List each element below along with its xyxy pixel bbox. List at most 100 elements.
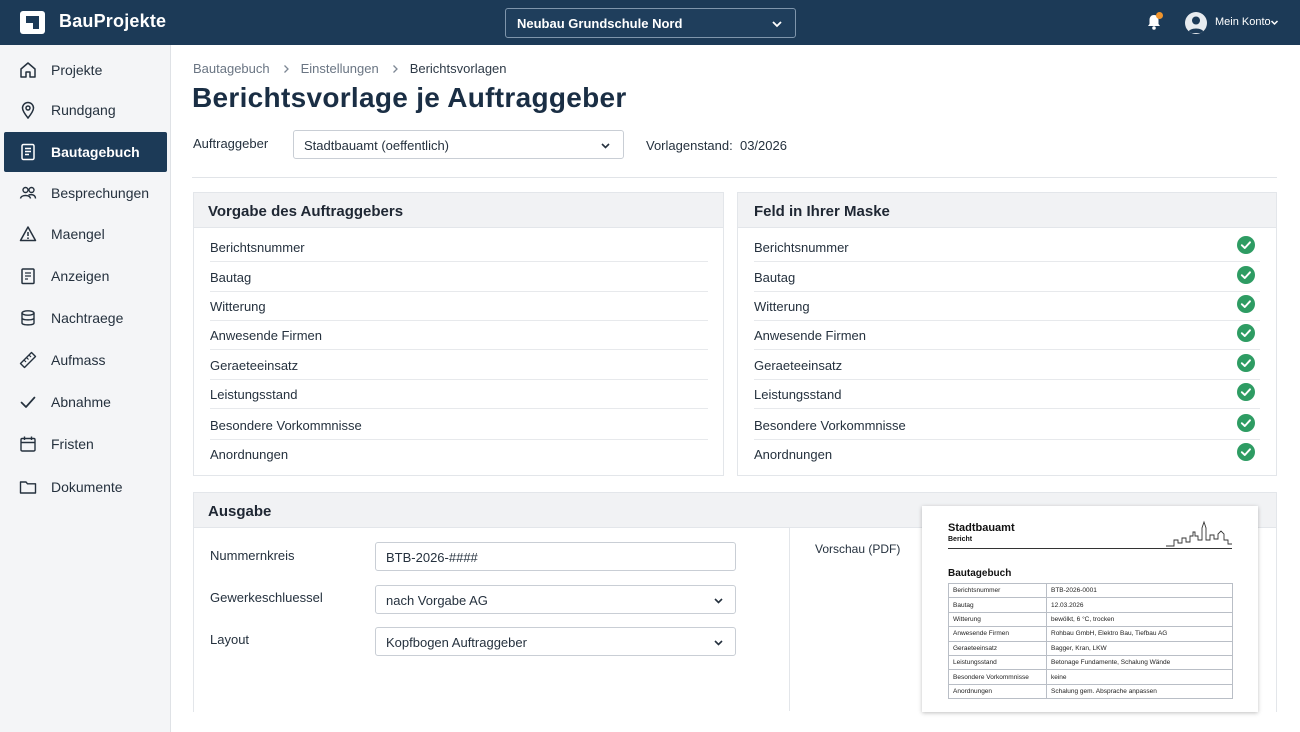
table-cell: Betonage Fundamente, Schalung Wände <box>1046 654 1233 671</box>
pdf-org-name: Stadtbauamt <box>948 522 1015 534</box>
project-select[interactable]: Neubau Grundschule Nord <box>505 8 796 38</box>
ruler-icon <box>19 351 37 369</box>
pdf-doc-title: Bautagebuch <box>948 568 1012 579</box>
sidebar-item-label: Besprechungen <box>51 185 150 201</box>
breadcrumb-item-einstellungen[interactable]: Einstellungen <box>301 61 379 76</box>
check-circle-icon <box>1237 443 1255 461</box>
field-label: Anwesende Firmen <box>754 328 866 343</box>
sidebar-item-projekte[interactable]: Projekte <box>4 50 167 90</box>
field-label: Leistungsstand <box>210 387 298 402</box>
table-row: Besondere Vorkommnisse keine <box>948 669 1233 685</box>
list-item[interactable]: Berichtsnummer <box>754 232 1260 262</box>
trade-key-value: nach Vorgabe AG <box>386 593 488 608</box>
card-header: Vorgabe des Auftraggebers <box>194 193 723 228</box>
check-circle-icon <box>1237 383 1255 401</box>
pdf-preview[interactable]: Stadtbauamt Bericht Bautagebuch Berichts… <box>922 506 1258 712</box>
divider <box>192 177 1277 178</box>
sidebar-item-besprechungen[interactable]: Besprechungen <box>4 173 167 213</box>
layout-select[interactable]: Kopfbogen Auftraggeber <box>375 627 736 656</box>
client-requirements-card: Vorgabe des Auftraggebers Berichtsnummer… <box>193 192 724 476</box>
app-logo-icon[interactable] <box>19 10 46 35</box>
field-label: Berichtsnummer <box>210 240 305 255</box>
list-item[interactable]: Anwesende Firmen <box>754 320 1260 350</box>
table-cell: Anordnungen <box>948 683 1047 700</box>
list-item[interactable]: Witterung <box>754 291 1260 321</box>
list-item: Geraeteeinsatz <box>210 350 708 380</box>
sidebar-item-maengel[interactable]: Maengel <box>4 214 167 254</box>
sidebar-item-fristen[interactable]: Fristen <box>4 424 167 464</box>
breadcrumb-item-berichtsvorlagen: Berichtsvorlagen <box>409 61 507 76</box>
breadcrumb: Bautagebuch Einstellungen Berichtsvorlag… <box>193 61 507 76</box>
sidebar-item-label: Rundgang <box>51 102 116 118</box>
numbering-input[interactable]: BTB-2026-#### <box>375 542 736 571</box>
account-menu[interactable]: Mein Konto <box>1215 16 1271 28</box>
table-cell: Berichtsnummer <box>948 582 1047 599</box>
sidebar-item-label: Nachtraege <box>51 310 124 326</box>
list-item[interactable]: Leistungsstand <box>754 379 1260 409</box>
table-cell: Besondere Vorkommnisse <box>948 669 1047 685</box>
list-item: Berichtsnummer <box>210 232 708 262</box>
field-label: Bautag <box>754 270 796 285</box>
check-circle-icon <box>1237 295 1255 313</box>
mask-fields-card: Feld in Ihrer Maske Berichtsnummer Bauta… <box>737 192 1277 476</box>
list-item[interactable]: Geraeteeinsatz <box>754 350 1260 380</box>
sidebar-item-dokumente[interactable]: Dokumente <box>4 467 167 507</box>
check-circle-icon <box>1237 324 1255 342</box>
trade-key-label: Gewerkeschluessel <box>210 590 323 605</box>
chevron-down-icon <box>601 143 610 149</box>
list-item[interactable]: Bautag <box>754 262 1260 292</box>
trade-key-select[interactable]: nach Vorgabe AG <box>375 585 736 614</box>
table-cell: Witterung <box>948 611 1047 628</box>
table-row: Anordnungen Schalung gem. Absprache anpas… <box>948 683 1233 700</box>
database-icon <box>21 310 35 326</box>
breadcrumb-item-bautagebuch[interactable]: Bautagebuch <box>193 61 270 76</box>
pdf-table: Berichtsnummer BTB-2026-0001 Bautag 12.03.… <box>948 582 1233 700</box>
template-version-value: 03/2026 <box>739 138 787 153</box>
list-item[interactable]: Besondere Vorkommnisse <box>754 410 1260 440</box>
field-label: Leistungsstand <box>754 387 842 402</box>
table-row: Geraeteeinsatz Bagger, Kran, LKW <box>948 640 1233 656</box>
sidebar-item-nachtraege[interactable]: Nachtraege <box>4 298 167 338</box>
warning-icon <box>19 226 37 242</box>
check-circle-icon <box>1237 354 1255 372</box>
list-item[interactable]: Anordnungen <box>754 439 1260 469</box>
field-label: Besondere Vorkommnisse <box>754 418 906 433</box>
list-item: Witterung <box>210 291 708 321</box>
card-header: Feld in Ihrer Maske <box>738 193 1276 228</box>
client-select[interactable]: Stadtbauamt (oeffentlich) <box>293 130 624 159</box>
table-cell: Bautag <box>948 597 1047 613</box>
pdf-header-rule <box>948 548 1232 549</box>
avatar[interactable] <box>1185 12 1207 34</box>
sidebar-item-label: Bautagebuch <box>51 144 140 160</box>
table-row: Anwesende Firmen Rohbau GmbH, Elektro Bau… <box>948 626 1233 642</box>
sidebar-item-aufmass[interactable]: Aufmass <box>4 340 167 380</box>
clipboard-icon <box>21 268 35 285</box>
table-cell: bewölkt, 6 °C, trocken <box>1046 611 1233 628</box>
numbering-value: BTB-2026-#### <box>386 550 478 565</box>
numbering-label: Nummernkreis <box>210 548 295 563</box>
sidebar-item-abnahme[interactable]: Abnahme <box>4 382 167 422</box>
check-circle-icon <box>1237 236 1255 254</box>
people-icon <box>19 186 37 199</box>
field-label: Anwesende Firmen <box>210 328 322 343</box>
brand-name[interactable]: BauProjekte <box>59 11 166 32</box>
table-row: Leistungsstand Betonage Fundamente, Schal… <box>948 654 1233 671</box>
sidebar-item-bautagebuch[interactable]: Bautagebuch <box>4 132 167 172</box>
top-bar: BauProjekte Neubau Grundschule Nord Mein… <box>0 0 1300 45</box>
sidebar-item-rundgang[interactable]: Rundgang <box>4 90 167 130</box>
sidebar-item-label: Dokumente <box>51 479 123 495</box>
sidebar-item-label: Aufmass <box>51 352 106 368</box>
table-cell: Leistungsstand <box>948 654 1047 671</box>
chevron-down-icon[interactable] <box>1270 18 1279 27</box>
template-version-label: Vorlagenstand: <box>646 138 733 153</box>
table-cell: keine <box>1046 669 1233 685</box>
check-circle-icon <box>1237 266 1255 284</box>
divider <box>789 527 790 711</box>
table-row: Bautag 12.03.2026 <box>948 597 1233 613</box>
notification-badge <box>1156 12 1163 19</box>
table-cell: Rohbau GmbH, Elektro Bau, Tiefbau AG <box>1046 626 1233 642</box>
project-select-value: Neubau Grundschule Nord <box>517 16 683 31</box>
skyline-logo-icon <box>1166 520 1232 547</box>
preview-label: Vorschau (PDF) <box>815 542 901 556</box>
sidebar-item-anzeigen[interactable]: Anzeigen <box>4 256 167 296</box>
